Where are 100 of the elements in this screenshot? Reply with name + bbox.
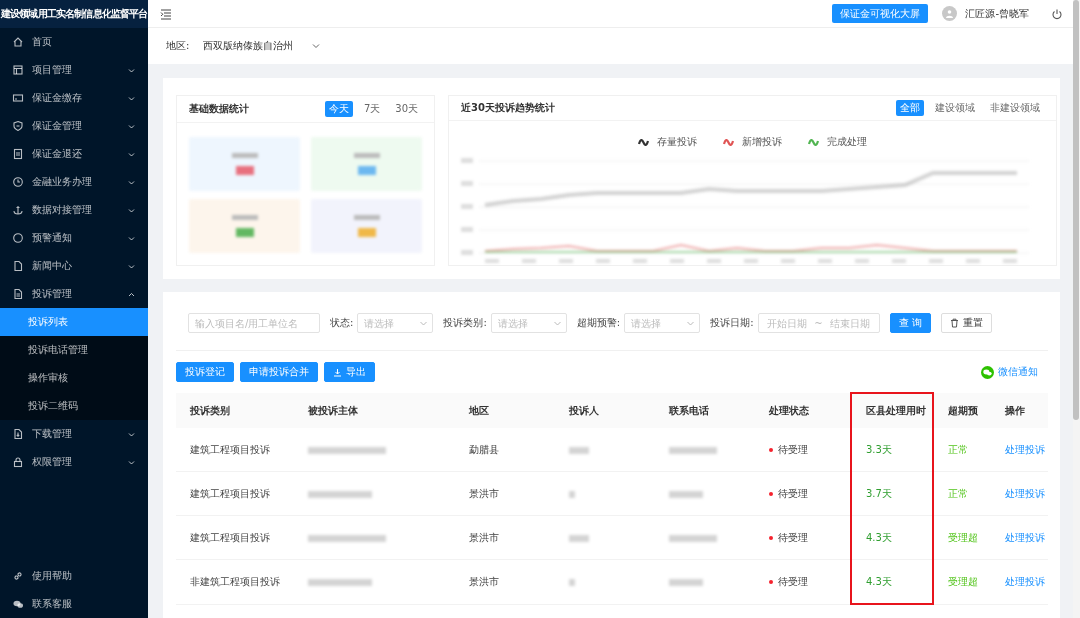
lock-icon <box>12 456 24 468</box>
file-icon <box>12 260 24 272</box>
tab[interactable]: 建设领域 <box>931 100 979 116</box>
table-cell-text: 景洪市 <box>469 531 499 543</box>
card-icon <box>12 92 24 104</box>
menu-icon <box>160 7 172 20</box>
chat-bubbles-icon <box>981 365 994 379</box>
table-cell-text: 建筑工程项目投诉 <box>190 443 270 455</box>
shield-icon <box>12 120 24 132</box>
submenu-item[interactable]: 投诉电话管理 <box>0 336 148 364</box>
duration-text: 4.3天 <box>866 575 892 587</box>
redacted-text <box>669 490 703 498</box>
user-name: 汇匠源-曾晓军 <box>965 6 1029 21</box>
column-header: 被投诉主体 <box>294 393 455 428</box>
download-file-icon <box>12 428 24 440</box>
file-icon <box>12 288 24 300</box>
anchor-icon <box>12 204 24 216</box>
table-cell-text: 景洪市 <box>469 575 499 587</box>
field-label: 超期预警: <box>576 316 621 330</box>
chevron-icon <box>311 41 322 51</box>
column-header: 投诉类别 <box>176 393 294 428</box>
redacted-text <box>669 534 717 542</box>
chevron-icon <box>552 319 562 328</box>
region-label: 地区: <box>166 39 190 53</box>
table-cell-text: 景洪市 <box>469 487 499 499</box>
legend-label: 完成处理 <box>827 135 867 149</box>
column-header: 区县处理用时 <box>851 393 933 428</box>
app-title: 建设领域用工实名制信息化监督平台 <box>0 0 148 28</box>
field-label: 投诉日期: <box>710 316 754 330</box>
menu-item[interactable]: 金融业务办理 <box>0 168 148 196</box>
table-cell-text: 非建筑工程项目投诉 <box>190 575 280 587</box>
menu-item[interactable]: 使用帮助 <box>0 562 148 590</box>
select-field[interactable]: 请选择 <box>490 313 567 333</box>
home-icon <box>12 36 24 48</box>
chevron-icon <box>419 319 429 328</box>
menu-item[interactable]: 预警通知 <box>0 224 148 252</box>
power-icon <box>1051 7 1063 20</box>
table-cell-text: 勐腊县 <box>469 443 499 455</box>
download-icon <box>333 367 342 377</box>
menu-item[interactable]: 新闻中心 <box>0 252 148 280</box>
status-dot <box>769 535 773 540</box>
duration-text: 3.7天 <box>866 487 892 499</box>
legend-label: 存量投诉 <box>657 135 697 149</box>
tab[interactable]: 30天 <box>391 101 422 117</box>
tab[interactable]: 7天 <box>359 101 385 117</box>
scrollbar[interactable] <box>1073 0 1079 420</box>
menu-item[interactable]: 下载管理 <box>0 420 148 448</box>
submenu-item[interactable]: 操作审核 <box>0 364 148 392</box>
menu-item[interactable]: 数据对接管理 <box>0 196 148 224</box>
menu-item[interactable]: 投诉管理 <box>0 280 148 308</box>
column-header: 联系电话 <box>655 393 755 428</box>
document-icon <box>12 148 24 160</box>
warning-text: 受理超 <box>948 575 978 587</box>
menu-item[interactable]: 联系客服 <box>0 590 148 618</box>
menu-item[interactable]: 保证金缴存 <box>0 84 148 112</box>
legend-label: 新增投诉 <box>742 135 782 149</box>
status-dot <box>769 579 773 584</box>
column-header: 超期预 <box>933 393 995 428</box>
select-field[interactable]: 请选择 <box>624 313 701 333</box>
select-field[interactable]: 请选择 <box>357 313 434 333</box>
warning-text: 受理超 <box>948 531 978 543</box>
chat-icon <box>12 232 24 244</box>
column-header: 投诉人 <box>555 393 655 428</box>
warning-text: 正常 <box>948 487 968 499</box>
chat-bubbles-icon <box>12 598 24 610</box>
column-header: 地区 <box>455 393 555 428</box>
redacted-text <box>308 578 372 586</box>
reset-button[interactable]: 重置 <box>940 313 992 333</box>
tab[interactable]: 非建设领域 <box>986 100 1044 116</box>
table-cell-text: 建筑工程项目投诉 <box>190 531 270 543</box>
status-dot <box>769 447 773 452</box>
status-text: 待受理 <box>778 486 808 501</box>
panel-title: 近30天投诉趋势统计 <box>461 101 556 115</box>
clock-icon <box>12 176 24 188</box>
duration-text: 3.3天 <box>866 443 892 455</box>
status-dot <box>769 491 773 496</box>
menu-item[interactable]: 保证金退还 <box>0 140 148 168</box>
menu-item[interactable]: 权限管理 <box>0 448 148 476</box>
field-label: 状态: <box>330 316 354 330</box>
panel-icon <box>12 64 24 76</box>
warning-text: 正常 <box>948 443 968 455</box>
redacted-text <box>308 490 372 498</box>
column-header: 处理状态 <box>755 393 851 428</box>
redacted-text <box>669 446 717 454</box>
status-text: 待受理 <box>778 574 808 589</box>
redacted-text <box>669 578 703 586</box>
menu-item[interactable]: 项目管理 <box>0 56 148 84</box>
link-icon <box>12 570 24 582</box>
range-separator: ~ <box>814 317 823 329</box>
menu-item[interactable]: 保证金管理 <box>0 112 148 140</box>
region-select[interactable]: 西双版纳傣族自治州 <box>203 39 322 53</box>
panel-title: 基础数据统计 <box>189 102 250 116</box>
duration-text: 4.3天 <box>866 531 892 543</box>
status-text: 待受理 <box>778 530 808 545</box>
redacted-text <box>569 578 575 586</box>
submenu-item[interactable]: 投诉二维码 <box>0 392 148 420</box>
trash-icon <box>949 318 959 328</box>
menu-item[interactable]: 首页 <box>0 28 148 56</box>
redacted-text <box>569 534 589 542</box>
column-header: 操作 <box>995 393 1048 428</box>
